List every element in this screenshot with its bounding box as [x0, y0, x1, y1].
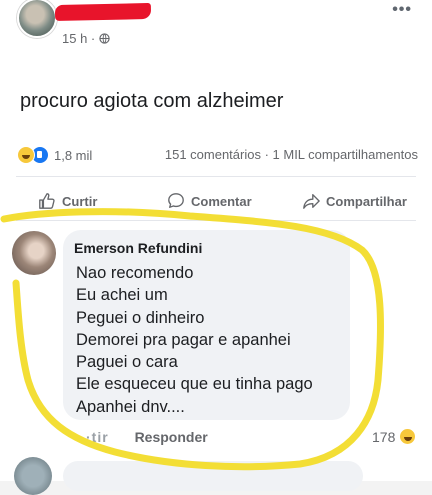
like-label: Curtir: [62, 193, 98, 209]
comment-text: Nao recomendo Eu achei um Peguei o dinhe…: [76, 262, 313, 418]
like-button[interactable]: Curtir: [38, 192, 97, 210]
like-icon: [39, 193, 55, 209]
commenter-avatar[interactable]: [12, 231, 56, 275]
reaction-count: 1,8 mil: [54, 147, 93, 163]
globe-icon: [99, 33, 110, 44]
comment-reply-link[interactable]: Responder: [135, 429, 208, 445]
comment-line: Peguei o dinheiro: [76, 308, 205, 327]
comment-label: Comentar: [191, 193, 252, 209]
post-actions: Curtir Comentar Compartilhar: [0, 186, 432, 216]
commenter-name[interactable]: Emerson Refundini: [74, 240, 202, 256]
comment-reaction-count: 178: [372, 428, 396, 445]
comment-footer: ·tir Responder: [86, 429, 208, 445]
comment-like-link[interactable]: ·tir: [86, 429, 109, 445]
post-meta: 15 h ·: [62, 31, 110, 46]
comment-button[interactable]: Comentar: [167, 192, 252, 210]
author-name-redaction: [54, 2, 152, 22]
comment-line: Apanhei dnv....: [76, 397, 185, 416]
comment-line: Nao recomendo: [76, 264, 194, 282]
comment-line: Demorei pra pagar e apanhei: [76, 330, 291, 349]
share-button[interactable]: Compartilhar: [302, 192, 407, 210]
post-card: 15 h · ••• procuro agiota com alzheimer …: [0, 0, 432, 495]
haha-emoji-icon: [17, 146, 35, 164]
post-time[interactable]: 15 h ·: [62, 31, 95, 46]
comment-icon: [168, 193, 184, 208]
comments-shares-count[interactable]: 151 comentários · 1 MIL compartilhamento…: [165, 147, 418, 162]
divider: [16, 176, 416, 177]
share-label: Compartilhar: [326, 193, 407, 209]
next-commenter-avatar[interactable]: [14, 457, 52, 495]
more-options-icon[interactable]: •••: [392, 2, 412, 18]
divider: [16, 220, 416, 221]
post-text: procuro agiota com alzheimer: [20, 90, 284, 112]
reaction-summary[interactable]: 1,8 mil: [17, 145, 92, 165]
next-comment-bubble: [63, 461, 363, 491]
comment-line: Paguei o cara: [76, 353, 178, 372]
haha-emoji-icon: [399, 428, 417, 445]
author-avatar[interactable]: [17, 0, 57, 38]
comment-line: Eu achei um: [76, 286, 168, 305]
comment-reactions[interactable]: 178: [372, 428, 417, 445]
share-icon: [303, 194, 320, 209]
comment-line: Ele esqueceu que eu tinha pago: [76, 375, 313, 394]
